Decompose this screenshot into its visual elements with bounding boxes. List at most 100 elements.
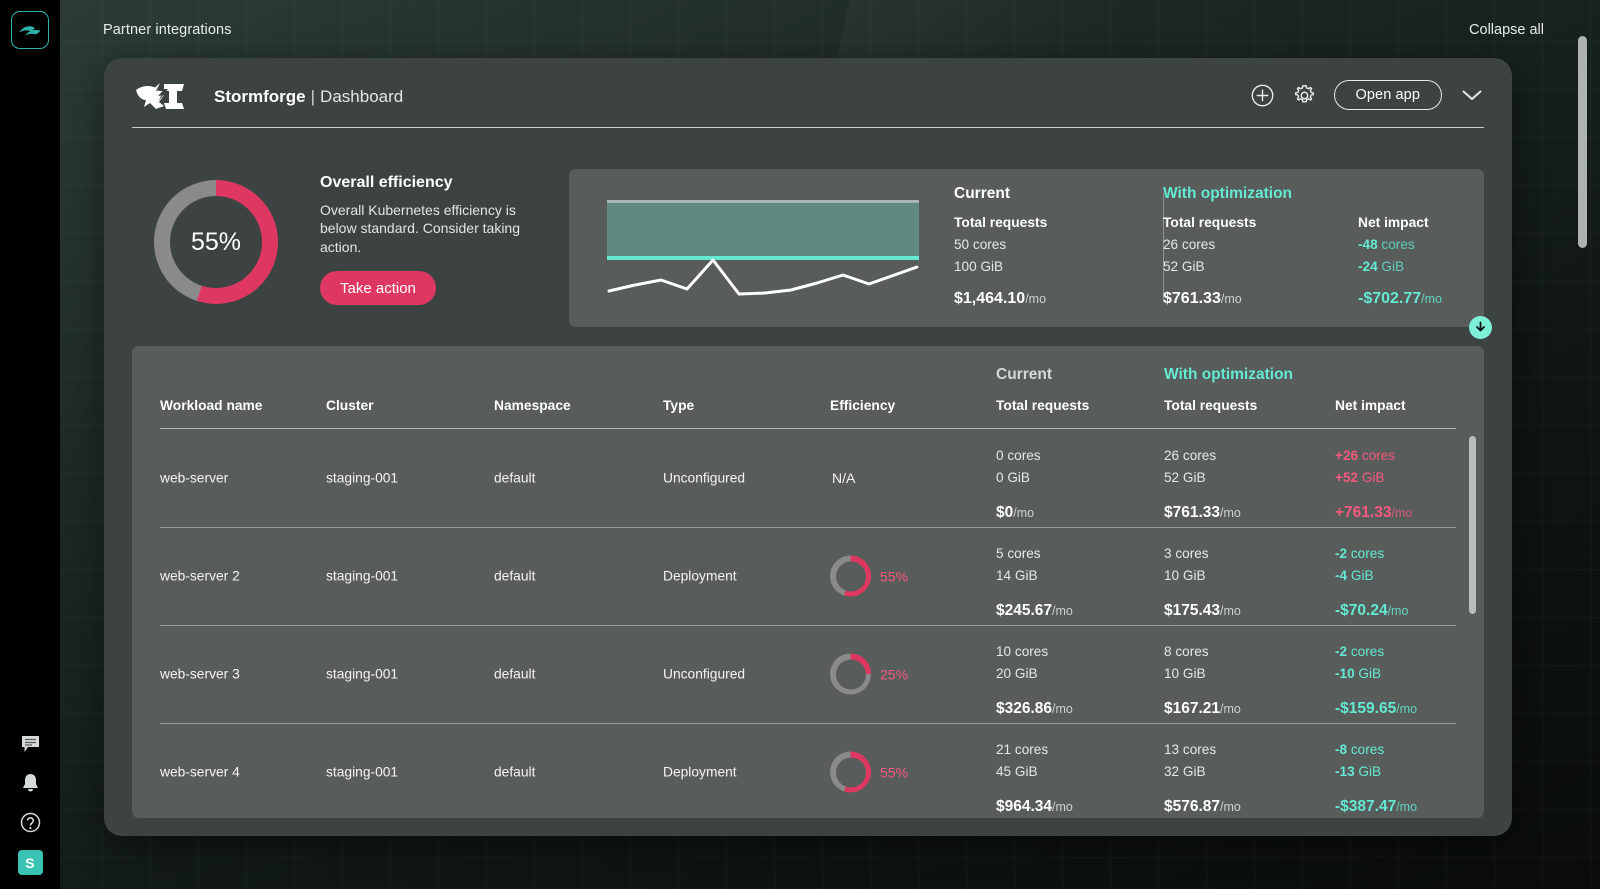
app-logo-button[interactable] <box>11 11 49 49</box>
column-header-namespace[interactable]: Namespace <box>494 398 571 413</box>
take-action-button[interactable]: Take action <box>320 271 436 306</box>
cell-efficiency: N/A <box>830 470 855 486</box>
cell-namespace: default <box>494 568 536 584</box>
efficiency-gauge <box>830 751 871 793</box>
add-button[interactable] <box>1250 83 1275 108</box>
cell-net-impact-cores: -2 cores <box>1335 644 1385 659</box>
cell-efficiency: 55% <box>830 751 908 793</box>
cell-optimized: 8 cores 10 GiB $167.21/mo <box>1164 641 1241 718</box>
cell-namespace: default <box>494 666 536 682</box>
efficiency-gauge <box>830 653 871 695</box>
column-header-cluster[interactable]: Cluster <box>326 398 374 413</box>
metrics-current-price: $1,464.10/mo <box>954 290 1154 308</box>
collapse-all-button[interactable]: Collapse all <box>1469 22 1544 38</box>
column-header-optimized-requests[interactable]: Total requests <box>1164 398 1257 413</box>
request-band-bottom <box>607 256 919 260</box>
metrics-impact-memory: -24 GiB <box>1358 259 1512 274</box>
download-circle-icon <box>1476 321 1485 332</box>
cell-net-impact-cores: +26 cores <box>1335 448 1396 463</box>
sidebar-item-help[interactable] <box>19 811 41 833</box>
cell-optimized-price: $576.87/mo <box>1164 797 1241 815</box>
metrics-panel: Current Total requests 50 cores 100 GiB … <box>569 169 1492 339</box>
table-row[interactable]: web-server 2 staging-001 default Deployment… <box>132 527 1484 625</box>
table-scrollbar[interactable] <box>1469 436 1476 721</box>
cell-net-impact-cores: -8 cores <box>1335 742 1385 757</box>
sidebar-item-chat[interactable] <box>19 733 41 755</box>
metrics-impact-cores-unit: cores <box>1377 237 1415 252</box>
cell-cluster: staging-001 <box>326 764 399 780</box>
table-row[interactable]: web-server 3 staging-001 default Unconfigur… <box>132 625 1484 723</box>
table-scrollbar-thumb[interactable] <box>1469 436 1476 614</box>
metrics-columns: Current Total requests 50 cores 100 GiB … <box>954 185 1468 313</box>
metrics-current: Current Total requests 50 cores 100 GiB … <box>954 185 1154 308</box>
card-header: Stormforge | Dashboard Open app <box>132 70 1484 128</box>
efficiency-na-label: N/A <box>832 470 856 486</box>
metrics-optimized-title: With optimization <box>1163 185 1293 202</box>
help-circle-icon <box>20 812 40 832</box>
group-header-optimized: With optimization <box>1164 366 1294 383</box>
metrics-current-title: Current <box>954 185 1010 202</box>
cell-current-price: $0/mo <box>996 503 1035 521</box>
breadcrumb: Stormforge | Dashboard <box>214 87 403 107</box>
metrics-current-price-unit: /mo <box>1025 292 1047 306</box>
request-band <box>607 202 919 258</box>
cell-current-memory: 14 GiB <box>996 568 1038 584</box>
download-button[interactable] <box>1469 316 1492 339</box>
column-header-efficiency[interactable]: Efficiency <box>830 398 895 413</box>
cell-current-cores: 10 cores <box>996 644 1049 659</box>
table-group-header-row: Current With optimization <box>132 366 1484 388</box>
sidebar-item-notifications[interactable] <box>19 772 41 794</box>
table-body: web-server staging-001 default Unconfigured… <box>132 429 1484 818</box>
cell-namespace: default <box>494 470 536 486</box>
cell-current-memory: 20 GiB <box>996 666 1038 682</box>
cell-net-impact-memory: -4 GiB <box>1335 568 1374 584</box>
cell-net-impact-memory: -10 GiB <box>1335 666 1382 682</box>
metrics-impact-memory-unit: GiB <box>1377 259 1405 274</box>
integration-card: Stormforge | Dashboard Open app 55% Over… <box>104 58 1512 836</box>
cell-optimized: 26 cores 52 GiB $761.33/mo <box>1164 445 1241 522</box>
chevron-down-icon <box>1462 90 1481 100</box>
efficiency-value-label: 55% <box>880 568 909 584</box>
app-root: S Partner integrations Collapse all Stor… <box>0 0 1600 889</box>
cell-workload-name: web-server 2 <box>160 568 240 584</box>
metrics-optimized-price-unit: /mo <box>1220 292 1242 306</box>
expand-toggle-button[interactable] <box>1459 83 1484 108</box>
breadcrumb-page: Dashboard <box>320 87 404 106</box>
metrics-current-cores: 50 cores <box>954 237 1007 252</box>
settings-button[interactable] <box>1292 83 1317 108</box>
chat-icon <box>21 735 39 752</box>
column-header-type[interactable]: Type <box>663 398 694 413</box>
column-header-workload-name[interactable]: Workload name <box>160 398 262 413</box>
top-bar: Partner integrations Collapse all <box>60 0 1600 60</box>
column-header-net-impact[interactable]: Net impact <box>1335 398 1406 413</box>
anvil-bolt-logo-icon <box>136 82 184 109</box>
cell-current-memory: 0 GiB <box>996 470 1030 486</box>
metrics-optimized-cores: 26 cores <box>1163 237 1216 252</box>
page-scrollbar[interactable] <box>1578 36 1587 656</box>
cell-net-impact-price: -$387.47/mo <box>1335 797 1418 815</box>
efficiency-gauge-hole <box>835 659 866 689</box>
table-row[interactable]: web-server staging-001 default Unconfigured… <box>132 429 1484 527</box>
cell-cluster: staging-001 <box>326 666 399 682</box>
table-row[interactable]: web-server 4 staging-001 default Deployment… <box>132 723 1484 818</box>
metrics-current-memory: 100 GiB <box>954 259 1004 274</box>
avatar[interactable]: S <box>17 850 43 875</box>
cell-optimized-price: $167.21/mo <box>1164 699 1241 717</box>
cell-current-price: $245.67/mo <box>996 601 1073 619</box>
cell-type: Deployment <box>663 568 737 584</box>
cloud-swoosh-logo-icon <box>19 26 41 36</box>
cell-current-price: $326.86/mo <box>996 699 1073 717</box>
cell-net-impact-memory: +52 GiB <box>1335 470 1385 486</box>
cell-optimized-cores: 8 cores <box>1164 644 1209 659</box>
page-scrollbar-thumb[interactable] <box>1578 36 1587 248</box>
column-header-current-requests[interactable]: Total requests <box>996 398 1089 413</box>
efficiency-donut-ring: 55% <box>154 180 278 304</box>
cell-efficiency: 55% <box>830 555 909 597</box>
metrics-impact-sublabel: Net impact <box>1358 215 1429 230</box>
stormforge-logo <box>132 76 188 114</box>
cell-current: 5 cores 14 GiB $245.67/mo <box>996 543 1073 620</box>
metrics-optimized-sublabel: Total requests <box>1163 215 1257 230</box>
open-app-button[interactable]: Open app <box>1333 80 1442 110</box>
cell-optimized-memory: 10 GiB <box>1164 666 1206 682</box>
cell-net-impact-price: +761.33/mo <box>1335 503 1413 521</box>
